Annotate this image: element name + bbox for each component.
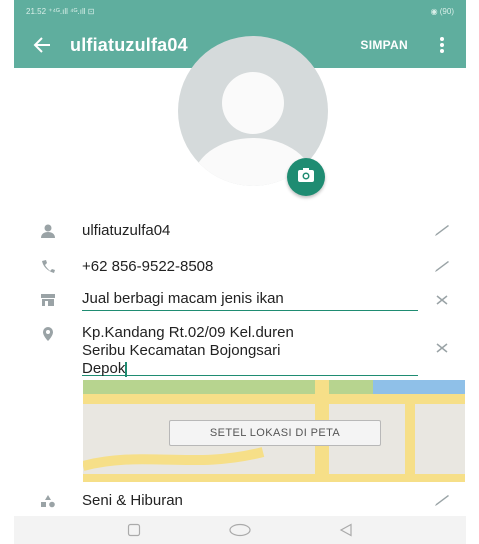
phone-icon xyxy=(14,260,82,274)
status-left: 21.52 ⁺⁴ᴳ.ıll ⁴ᴳ.ıll ⊡ xyxy=(26,6,95,16)
home-circle-icon[interactable] xyxy=(228,523,252,537)
store-icon xyxy=(14,293,82,307)
status-bar: 21.52 ⁺⁴ᴳ.ıll ⁴ᴳ.ıll ⊡ ◉ (90) xyxy=(14,0,466,22)
address-line-1: Kp.Kandang Rt.02/09 Kel.duren xyxy=(82,324,294,341)
edit-pencil-icon[interactable] xyxy=(418,224,466,238)
avatar-head-shape xyxy=(222,72,284,134)
address-line-2: Seribu Kecamatan Bojongsari xyxy=(82,342,281,359)
address-field[interactable]: Kp.Kandang Rt.02/09 Kel.duren Seribu Kec… xyxy=(82,324,418,378)
description-field[interactable]: Jual berbagi macam jenis ikan xyxy=(82,290,418,311)
category-value[interactable]: Seni & Hiburan xyxy=(82,492,418,510)
system-nav-bar xyxy=(14,516,466,544)
description-row: Jual berbagi macam jenis ikan xyxy=(14,288,466,312)
status-right: ◉ (90) xyxy=(430,6,454,16)
clear-icon[interactable] xyxy=(418,324,466,372)
location-pin-icon xyxy=(14,324,82,376)
edit-pencil-icon[interactable] xyxy=(418,494,466,508)
address-line-3-text: Depok xyxy=(82,360,126,377)
person-icon xyxy=(14,224,82,238)
edit-pencil-icon[interactable] xyxy=(418,260,466,274)
more-vert-icon[interactable] xyxy=(432,36,452,54)
category-shapes-icon xyxy=(14,494,82,508)
set-location-button[interactable]: SETEL LOKASI DI PETA xyxy=(169,420,381,446)
change-photo-button[interactable] xyxy=(287,158,325,196)
address-row: Kp.Kandang Rt.02/09 Kel.duren Seribu Kec… xyxy=(14,324,466,378)
save-button[interactable]: SIMPAN xyxy=(360,38,408,52)
name-row: ulfiatuzulfa04 xyxy=(14,220,466,242)
category-row: Seni & Hiburan xyxy=(14,490,466,512)
address-line-3: Depok xyxy=(82,360,418,378)
phone-row: +62 856-9522-8508 xyxy=(14,256,466,278)
camera-icon xyxy=(297,167,315,188)
back-arrow-icon[interactable] xyxy=(14,35,70,55)
name-value[interactable]: ulfiatuzulfa04 xyxy=(82,222,418,240)
phone-value[interactable]: +62 856-9522-8508 xyxy=(82,258,418,276)
recents-square-icon[interactable] xyxy=(127,523,141,537)
back-triangle-icon[interactable] xyxy=(339,523,353,537)
map-preview[interactable]: SETEL LOKASI DI PETA xyxy=(83,380,465,482)
clear-icon[interactable] xyxy=(418,294,466,306)
text-cursor xyxy=(125,361,127,377)
